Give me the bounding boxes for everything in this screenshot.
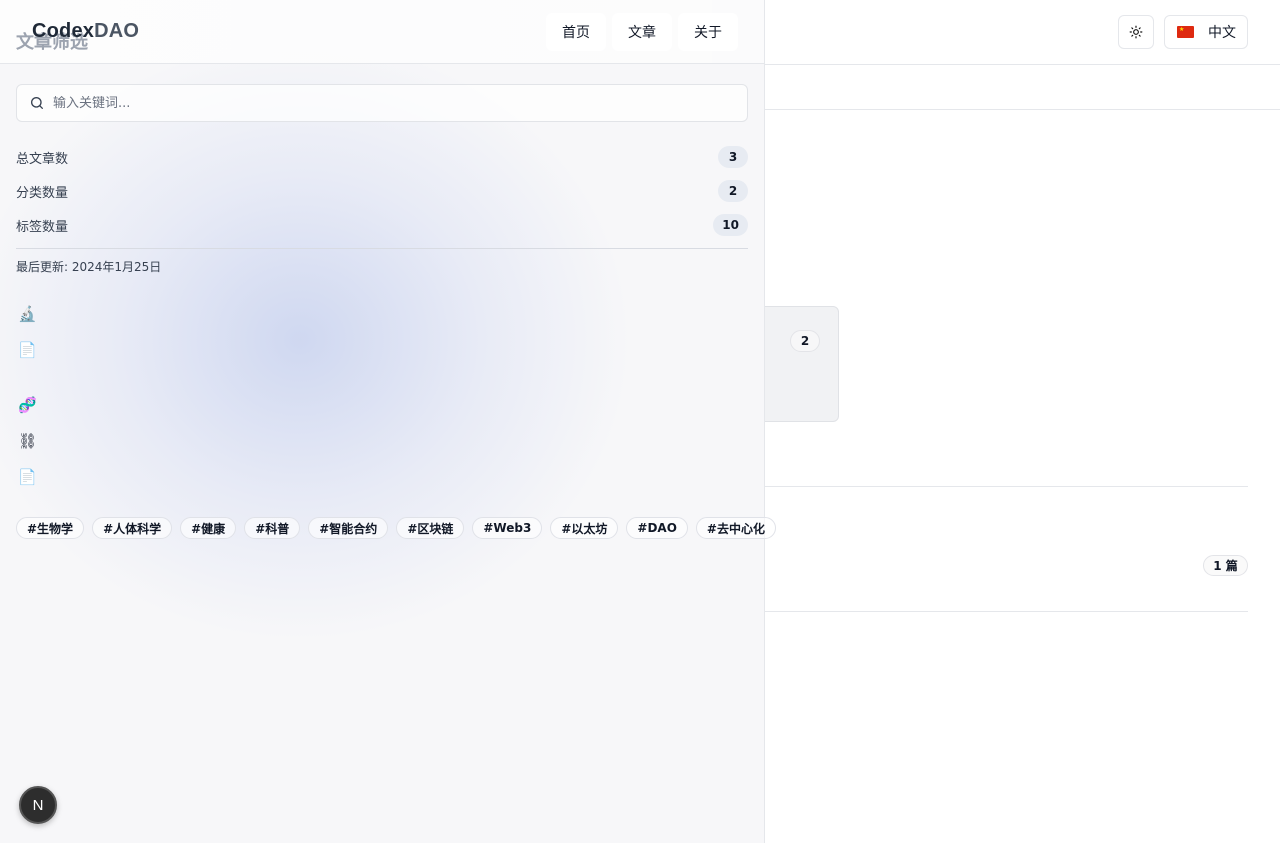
search-icon	[31, 97, 43, 109]
brand-name-part1: Codex	[32, 20, 95, 42]
tag-decentralization[interactable]: #去中心化	[695, 517, 776, 539]
stat-category-count: 分类数量 2	[16, 180, 748, 202]
stat-value: 10	[713, 214, 748, 236]
tag-blockchain[interactable]: #区块链	[396, 517, 465, 539]
tag-list: #生物学 #人体科学 #健康 #科普 #智能合约 #区块链 #Web3 #以太坊…	[16, 517, 776, 539]
tag-health[interactable]: #健康	[180, 517, 237, 539]
tag-ethereum[interactable]: #以太坊	[550, 517, 619, 539]
tag-popular-science[interactable]: #科普	[244, 517, 301, 539]
tag-biology[interactable]: #生物学	[16, 517, 85, 539]
tag-human-science[interactable]: #人体科学	[92, 517, 173, 539]
subbar-divider	[764, 109, 1280, 110]
article-count-badge: 1 篇	[1203, 555, 1248, 576]
tag-dao[interactable]: #DAO	[626, 517, 688, 539]
category-card-count: 2	[790, 330, 820, 352]
list-divider	[764, 611, 1248, 612]
stat-label: 标签数量	[16, 219, 69, 235]
header-controls: 中文	[1118, 15, 1248, 49]
tag-smart-contract[interactable]: #智能合约	[308, 517, 389, 539]
stats-divider	[16, 248, 748, 249]
stat-value: 3	[718, 146, 748, 168]
nextjs-dev-button[interactable]: N	[19, 786, 57, 824]
china-flag-icon	[1177, 26, 1194, 38]
microscope-icon[interactable]: 🔬	[18, 304, 38, 324]
stat-total-articles: 总文章数 3	[16, 146, 748, 168]
search-box	[16, 84, 748, 122]
chain-icon[interactable]: ⛓	[18, 431, 38, 451]
filter-panel: 文章筛选 CodexDAO 首页 文章 关于 总文章数 3 分类数量 2 标签数…	[0, 0, 776, 843]
brand-logo[interactable]: CodexDAO	[32, 20, 139, 43]
nav-home[interactable]: 首页	[546, 13, 606, 51]
language-label: 中文	[1208, 25, 1236, 41]
language-switch-button[interactable]: 中文	[1164, 15, 1248, 49]
stat-value: 2	[718, 180, 748, 202]
fab-label: N	[32, 796, 44, 814]
last-updated: 最后更新: 2024年1月25日	[16, 260, 162, 274]
stat-label: 总文章数	[16, 151, 69, 167]
nav-about[interactable]: 关于	[678, 13, 738, 51]
nav-articles[interactable]: 文章	[612, 13, 672, 51]
theme-toggle-button[interactable]	[1118, 15, 1154, 49]
document-icon[interactable]: 📄	[18, 340, 38, 360]
tag-web3[interactable]: #Web3	[472, 517, 543, 539]
brand-name-part2: DAO	[94, 20, 140, 42]
sun-icon	[1129, 25, 1143, 39]
list-divider	[764, 486, 1248, 487]
document-icon[interactable]: 📄	[18, 467, 38, 487]
main-nav: 首页 文章 关于	[546, 13, 738, 51]
dna-icon[interactable]: 🧬	[18, 395, 38, 415]
stat-tag-count: 标签数量 10	[16, 214, 748, 236]
search-input[interactable]	[53, 95, 693, 111]
stat-label: 分类数量	[16, 185, 69, 201]
